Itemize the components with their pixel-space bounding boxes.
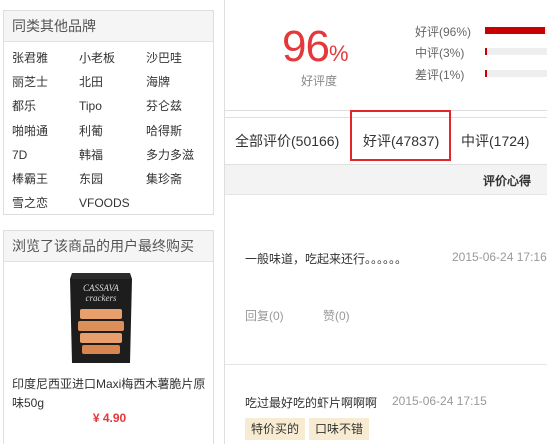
rating-bar-label: 差评(1%) bbox=[415, 68, 465, 82]
review-date: 2015-06-24 17:16 bbox=[452, 250, 547, 264]
brand-list: 张君雅 小老板 沙巴哇 丽芝士 北田 海牌 都乐 Tipo 芬仑兹 啪啪通 利葡… bbox=[4, 42, 213, 215]
rating-bar-track bbox=[485, 48, 547, 55]
package-brand-text: CASSAVA bbox=[83, 283, 119, 293]
good-rate-label: 好评度 bbox=[301, 74, 338, 88]
tab-medium-reviews[interactable]: 中评(1724) bbox=[461, 131, 529, 151]
brand-link[interactable]: 东园 bbox=[79, 167, 146, 191]
brand-link[interactable]: 啪啪通 bbox=[12, 119, 79, 143]
brand-link[interactable]: 芬仑兹 bbox=[146, 94, 216, 118]
brand-link[interactable]: Tipo bbox=[79, 94, 146, 118]
review-column-header: 评价心得 bbox=[225, 165, 547, 195]
brand-link[interactable]: 都乐 bbox=[12, 94, 79, 118]
product-image[interactable]: CASSAVA crackers bbox=[68, 269, 134, 367]
brand-link[interactable]: 多力多滋 bbox=[146, 143, 216, 167]
brand-link[interactable]: 棒霸王 bbox=[12, 167, 79, 191]
rating-bar-fill bbox=[485, 27, 546, 34]
product-price: ¥ 4.90 bbox=[92, 411, 127, 425]
reviews-area: 96% 好评度 好评(96%) 中评(3%) 差评(1%) 全部评价(50166… bbox=[224, 0, 547, 444]
brand-link[interactable]: 韩福 bbox=[79, 143, 146, 167]
rating-bar-fill bbox=[485, 70, 487, 77]
rating-bar-fill bbox=[485, 48, 487, 55]
brand-link[interactable]: 沙巴哇 bbox=[146, 46, 216, 70]
review-date: 2015-06-24 17:15 bbox=[392, 394, 487, 408]
review-column-title: 评价心得 bbox=[483, 174, 532, 188]
rating-bar-medium: 中评(3%) bbox=[415, 44, 547, 60]
review-text: 吃过最好吃的虾片啊啊啊 bbox=[245, 396, 378, 410]
review-tag: 特价买的 bbox=[245, 418, 306, 440]
similar-brands-title: 同类其他品牌 bbox=[4, 11, 213, 42]
rating-bar-bad: 差评(1%) bbox=[415, 66, 547, 82]
rating-bar-track bbox=[485, 70, 547, 77]
reply-button[interactable]: 回复(0) bbox=[245, 307, 284, 324]
package-sub-text: crackers bbox=[86, 293, 117, 303]
brand-link[interactable]: 小老板 bbox=[79, 46, 146, 70]
rating-bar-track bbox=[485, 27, 547, 34]
brand-link[interactable]: 北田 bbox=[79, 70, 146, 94]
similar-brands-panel: 同类其他品牌 张君雅 小老板 沙巴哇 丽芝士 北田 海牌 都乐 Tipo 芬仑兹… bbox=[3, 10, 214, 215]
brand-link[interactable]: 哈得斯 bbox=[146, 119, 216, 143]
divider bbox=[225, 364, 547, 365]
brand-link[interactable]: VFOODS bbox=[79, 191, 146, 215]
brand-link[interactable]: 7D bbox=[12, 143, 79, 167]
like-button[interactable]: 赞(0) bbox=[323, 307, 350, 324]
review-tags: 特价买的 口味不错 bbox=[225, 418, 547, 440]
review-tag: 口味不错 bbox=[309, 418, 370, 440]
rating-summary: 96% 好评度 好评(96%) 中评(3%) 差评(1%) bbox=[225, 0, 547, 111]
also-bought-panel: 浏览了该商品的用户最终购买 CASSAVA crackers 印度尼西亚进口Ma… bbox=[3, 230, 214, 444]
also-bought-title: 浏览了该商品的用户最终购买 bbox=[4, 231, 213, 262]
rating-bar-good: 好评(96%) bbox=[415, 23, 547, 39]
brand-link[interactable]: 雪之恋 bbox=[12, 191, 79, 215]
percent-sign: % bbox=[328, 41, 349, 66]
tab-all-reviews[interactable]: 全部评价(50166) bbox=[235, 131, 339, 151]
good-rate-percent: 96% bbox=[282, 22, 349, 72]
rating-bar-label: 好评(96%) bbox=[415, 25, 472, 39]
product-title-link[interactable]: 印度尼西亚进口Maxi梅西木薯脆片原味50g bbox=[12, 375, 210, 413]
brand-link[interactable]: 利葡 bbox=[79, 119, 146, 143]
brand-link[interactable]: 张君雅 bbox=[12, 46, 79, 70]
tab-highlight-box bbox=[350, 110, 451, 161]
brand-link[interactable]: 丽芝士 bbox=[12, 70, 79, 94]
rating-bar-label: 中评(3%) bbox=[415, 46, 465, 60]
review-text: 一般味道，吃起来还行。。。。。。 bbox=[245, 252, 408, 266]
good-rate-number: 96 bbox=[282, 22, 330, 71]
brand-link[interactable]: 集珍斋 bbox=[146, 167, 216, 191]
brand-link[interactable]: 海牌 bbox=[146, 70, 216, 94]
